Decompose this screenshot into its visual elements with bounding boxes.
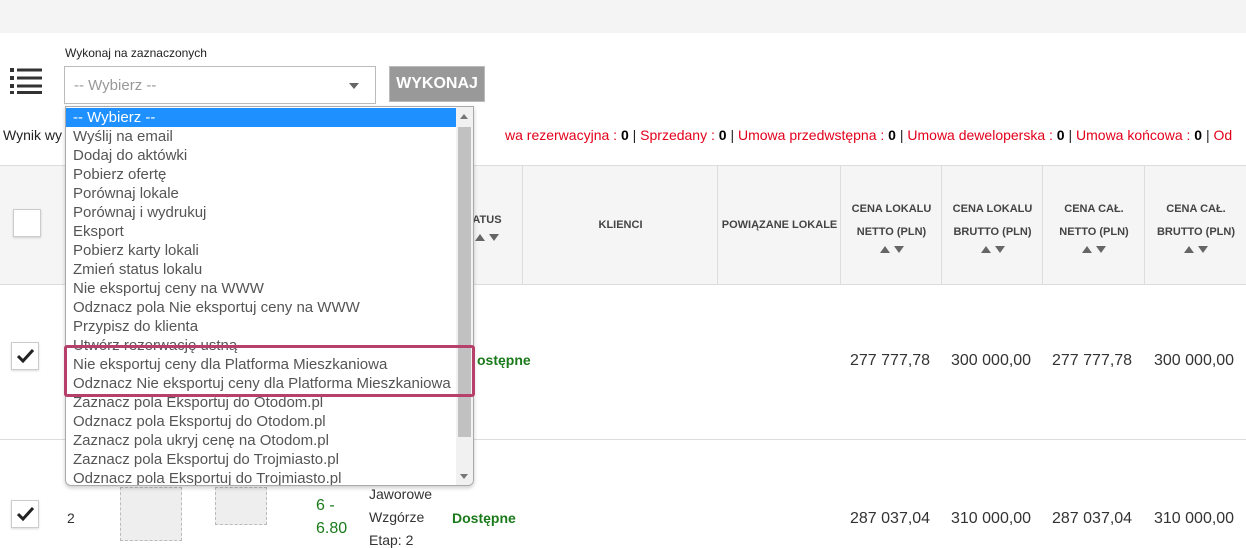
summary-item-count: 0 [1056,127,1065,143]
column-header-label: CENA CAŁ. [1166,202,1226,215]
column-header-total-net[interactable]: CENA CAŁ. NETTO (PLN) [1042,166,1145,284]
scroll-down-icon[interactable] [460,474,468,479]
investment-name: Wzgórze [369,509,425,525]
checkmark-icon [17,349,34,363]
list-view-icon[interactable] [10,66,42,94]
summary-item-label[interactable]: Umowa przedwstępna : [738,127,888,143]
total-net-price: 287 037,04 [1052,510,1133,527]
total-gross-price: 310 000,00 [1154,510,1235,527]
scroll-up-icon[interactable] [460,114,468,119]
column-header-label: BRUTTO (PLN) [953,225,1032,238]
dropdown-option[interactable]: Porównaj lokale [66,184,456,203]
summary-item-label[interactable]: Umowa końcowa : [1076,127,1194,143]
floor-value: 6 - [316,497,335,514]
summary-prefix: Wynik wy [3,127,62,143]
net-price: 287 037,04 [850,510,931,527]
dropdown-option[interactable]: Pobierz karty lokali [66,241,456,260]
dropdown-option[interactable]: Odznacz pola Eksportuj do Trojmiasto.pl [66,469,456,485]
sort-arrows-icon[interactable] [1184,245,1208,253]
dropdown-option[interactable]: Dodaj do aktówki [66,146,456,165]
bulk-action-label: Wykonaj na zaznaczonych [65,46,207,60]
dropdown-option[interactable]: Zaznacz pola Eksportuj do Trojmiasto.pl [66,450,456,469]
gross-price: 310 000,00 [951,510,1032,527]
status-badge: Dostępne [452,510,516,526]
status-badge: ostępne [477,352,531,368]
column-header-label: BRUTTO (PLN) [1156,225,1235,238]
summary-item-count: 0 [620,127,629,143]
total-net-price: 277 777,78 [1052,352,1133,369]
dropdown-option[interactable]: -- Wybierz -- [66,108,456,127]
column-header-clients: KLIENCI [522,166,718,284]
column-header-net-price[interactable]: CENA LOKALU NETTO (PLN) [840,166,942,284]
floor-plan-thumbnail[interactable] [215,487,267,525]
column-header-label: CENA LOKALU [952,202,1033,215]
dropdown-option[interactable]: Odznacz pola Eksportuj do Otodom.pl [66,412,456,431]
chevron-down-icon [349,83,359,89]
dropdown-option[interactable]: Odznacz pola Nie eksportuj ceny na WWW [66,298,456,317]
investment-name: Jaworowe [369,486,433,502]
column-header-label: ATUS [472,214,502,226]
sort-arrows-icon[interactable] [475,234,499,241]
investment-stage: Etap: 2 [369,532,414,548]
column-header-label: CENA CAŁ. [1064,202,1124,215]
dropdown-option[interactable]: Nie eksportuj ceny na WWW [66,279,456,298]
select-all-checkbox[interactable] [13,209,41,237]
gross-price: 300 000,00 [951,352,1032,369]
sort-arrows-icon[interactable] [1082,245,1106,253]
dropdown-option[interactable]: Wyślij na email [66,127,456,146]
summary-item-label[interactable]: Umowa deweloperska : [907,127,1056,143]
floor-value: 6.80 [316,520,348,537]
top-bar [0,0,1246,33]
dropdown-option[interactable]: Porównaj i wydrukuj [66,203,456,222]
floor-plan-thumbnail[interactable] [120,487,182,541]
summary-item-count: 0 [718,127,727,143]
bulk-action-dropdown[interactable]: -- Wybierz -- Wyślij na email Dodaj do a… [65,106,474,486]
execute-button[interactable]: WYKONAJ [389,66,485,102]
dropdown-option[interactable]: Zaznacz pola ukryj cenę na Otodom.pl [66,431,456,450]
summary-item-label[interactable]: Sprzedany : [640,127,719,143]
dropdown-option[interactable]: Eksport [66,222,456,241]
summary-item-label[interactable]: Od [1214,127,1233,143]
dropdown-option[interactable]: Zmień status lokalu [66,260,456,279]
bulk-action-select[interactable]: -- Wybierz -- [64,66,376,104]
row-checkbox[interactable] [11,500,39,528]
total-gross-price: 300 000,00 [1154,352,1235,369]
net-price: 277 777,78 [850,352,931,369]
column-header-label: NETTO (PLN) [856,225,927,238]
summary-item-label[interactable]: wa rezerwacyjna : [505,127,621,143]
summary-item-count: 0 [1194,127,1203,143]
column-header-label: POWIĄZANE LOKALE [721,218,838,231]
column-header-gross-price[interactable]: CENA LOKALU BRUTTO (PLN) [941,166,1043,284]
dropdown-option[interactable]: Przypisz do klienta [66,317,456,336]
column-header-related: POWIĄZANE LOKALE [717,166,841,284]
row-number: 2 [67,510,75,526]
sort-arrows-icon[interactable] [980,245,1005,253]
highlight-box [64,345,475,397]
column-header-label: CENA LOKALU [851,202,932,215]
bulk-action-select-value: -- Wybierz -- [74,77,157,94]
column-header-total-gross[interactable]: CENA CAŁ. BRUTTO (PLN) [1144,166,1246,284]
dropdown-option[interactable]: Pobierz ofertę [66,165,456,184]
column-header-label: NETTO (PLN) [1059,225,1129,238]
row-checkbox[interactable] [11,342,39,370]
checkmark-icon [17,507,34,521]
column-header-label: KLIENCI [598,218,643,231]
summary-item-count: 0 [888,127,896,143]
dropdown-scrollbar[interactable] [456,107,473,485]
sort-arrows-icon[interactable] [879,245,904,253]
